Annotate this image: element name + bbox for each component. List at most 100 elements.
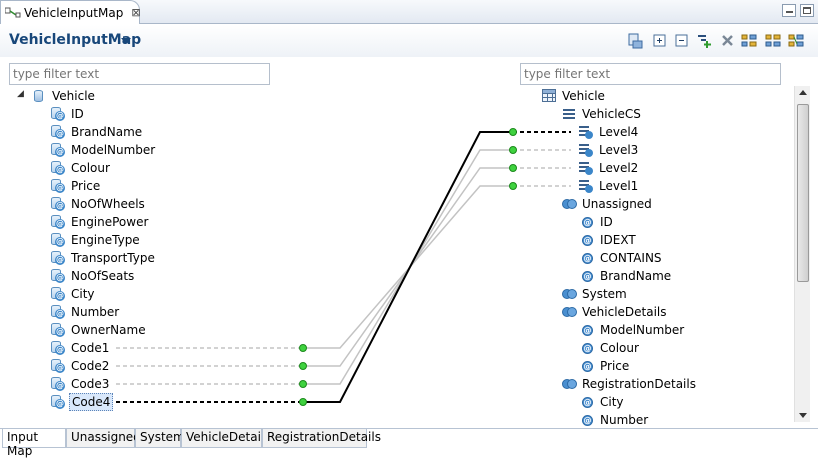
level-icon: [578, 160, 594, 176]
source-field-id[interactable]: @ ID: [50, 105, 86, 123]
scroll-up-icon[interactable]: [799, 90, 807, 95]
source-field-code1[interactable]: @ Code1: [50, 339, 111, 357]
target-level-level4[interactable]: Level4: [578, 123, 640, 141]
source-root[interactable]: Vehicle: [31, 87, 97, 105]
target-level-level1[interactable]: Level1: [578, 177, 640, 195]
mapping-code4-level4-connector[interactable]: [303, 131, 513, 403]
target-level-label: Level2: [599, 161, 639, 175]
level-icon: [578, 142, 594, 158]
mapping-code4-level4-target-handle[interactable]: [509, 128, 517, 136]
target-level-label: Level4: [599, 125, 639, 139]
target-group-registrationdetails[interactable]: RegistrationDetails: [561, 375, 698, 393]
scroll-down-icon[interactable]: [799, 413, 807, 418]
source-field-enginetype[interactable]: @ EngineType: [50, 231, 142, 249]
mapping-code2-level2-source-handle[interactable]: [299, 362, 307, 370]
source-field-enginepower[interactable]: @ EnginePower: [50, 213, 150, 231]
target-group-system[interactable]: System: [561, 285, 629, 303]
target-group-vehicledetails[interactable]: VehicleDetails: [561, 303, 669, 321]
source-field-modelnumber[interactable]: @ ModelNumber: [50, 141, 157, 159]
target-root[interactable]: Vehicle: [541, 87, 607, 105]
level-icon: [578, 178, 594, 194]
source-field-noofwheels[interactable]: @ NoOfWheels: [50, 195, 147, 213]
field-icon: @: [50, 376, 66, 392]
mapping-code1-level1-source-handle[interactable]: [299, 344, 307, 352]
target-group-unassigned[interactable]: Unassigned: [561, 195, 654, 213]
attribute-icon: @: [582, 217, 593, 228]
source-field-number[interactable]: @ Number: [50, 303, 121, 321]
target-attr-label: Number: [600, 413, 649, 427]
mapping-code3-level3-connector[interactable]: [303, 149, 513, 385]
target-attr-contains[interactable]: @ CONTAINS: [579, 249, 664, 267]
target-attr-modelnumber[interactable]: @ ModelNumber: [579, 321, 686, 339]
mapping-code4-level4-source-handle[interactable]: [299, 398, 307, 406]
source-field-label: ID: [71, 107, 84, 121]
tab-unassigned[interactable]: Unassigned: [66, 429, 141, 448]
field-icon: @: [50, 394, 66, 410]
target-level-label: Level1: [599, 179, 639, 193]
target-attr-label: BrandName: [600, 269, 672, 283]
mapping-code1-level1-target-handle[interactable]: [509, 182, 517, 190]
target-level-level2[interactable]: Level2: [578, 159, 640, 177]
source-field-label: EnginePower: [71, 215, 149, 229]
mapping-code3-level3-source-handle[interactable]: [299, 380, 307, 388]
source-field-label: Code2: [71, 359, 110, 373]
attribute-group-icon: [561, 304, 577, 320]
attribute-icon: @: [582, 325, 593, 336]
target-level-level3[interactable]: Level3: [578, 141, 640, 159]
mapping-code2-level2-connector[interactable]: [303, 167, 513, 367]
target-group-label: System: [582, 287, 627, 301]
target-attr-price[interactable]: @ Price: [579, 357, 631, 375]
mapping-code1-level1-connector[interactable]: [303, 185, 513, 349]
source-field-label: OwnerName: [71, 323, 146, 337]
expand-triangle-icon[interactable]: ◢: [17, 89, 24, 99]
source-field-price[interactable]: @ Price: [50, 177, 102, 195]
tab-input-map[interactable]: Input Map: [2, 429, 66, 458]
target-attr-colour[interactable]: @ Colour: [579, 339, 641, 357]
attribute-group-icon: [561, 286, 577, 302]
target-attr-label: City: [600, 395, 624, 409]
source-field-ownername[interactable]: @ OwnerName: [50, 321, 148, 339]
source-field-city[interactable]: @ City: [50, 285, 97, 303]
source-field-label: EngineType: [71, 233, 140, 247]
tab-system[interactable]: System: [135, 429, 185, 448]
target-attr-brandname[interactable]: @ BrandName: [579, 267, 673, 285]
source-field-colour[interactable]: @ Colour: [50, 159, 112, 177]
field-icon: @: [50, 358, 66, 374]
mapping-code2-level2-target-handle[interactable]: [509, 164, 517, 172]
attribute-icon: @: [582, 235, 593, 246]
source-field-label: NoOfSeats: [71, 269, 135, 283]
source-field-brandname[interactable]: @ BrandName: [50, 123, 144, 141]
scrollbar-thumb[interactable]: [797, 104, 809, 282]
target-attr-idext[interactable]: @ IDEXT: [579, 231, 638, 249]
tab-vehicledetails[interactable]: VehicleDetails: [181, 429, 271, 448]
target-group-label: Unassigned: [582, 197, 652, 211]
attribute-icon: @: [582, 415, 593, 426]
target-attr-number[interactable]: @ Number: [579, 411, 650, 429]
attribute-icon: @: [582, 361, 593, 372]
target-attr-label: CONTAINS: [600, 251, 662, 265]
field-icon: @: [50, 340, 66, 356]
field-icon: @: [50, 214, 66, 230]
field-icon: @: [50, 142, 66, 158]
vertical-scrollbar[interactable]: [794, 86, 810, 422]
mapping-code3-level3-target-handle[interactable]: [509, 146, 517, 154]
tab-registrationdetails[interactable]: RegistrationDetails: [262, 429, 381, 448]
target-attr-id[interactable]: @ ID: [579, 213, 615, 231]
source-field-code2[interactable]: @ Code2: [50, 357, 111, 375]
level-icon: [578, 124, 594, 140]
attribute-icon: @: [582, 397, 593, 408]
field-icon: @: [50, 286, 66, 302]
target-cs-vehiclecs[interactable]: VehicleCS: [561, 105, 643, 123]
attribute-group-icon: [561, 376, 577, 392]
source-field-code4[interactable]: @ Code4: [50, 393, 114, 411]
database-icon: [31, 88, 47, 104]
source-field-transporttype[interactable]: @ TransportType: [50, 249, 157, 267]
source-field-label: TransportType: [71, 251, 155, 265]
target-group-label: RegistrationDetails: [582, 377, 696, 391]
source-field-label: BrandName: [71, 125, 143, 139]
target-attr-city[interactable]: @ City: [579, 393, 626, 411]
source-field-code3[interactable]: @ Code3: [50, 375, 111, 393]
source-field-noofseats[interactable]: @ NoOfSeats: [50, 267, 136, 285]
source-field-label: Price: [71, 179, 101, 193]
field-icon: @: [50, 322, 66, 338]
